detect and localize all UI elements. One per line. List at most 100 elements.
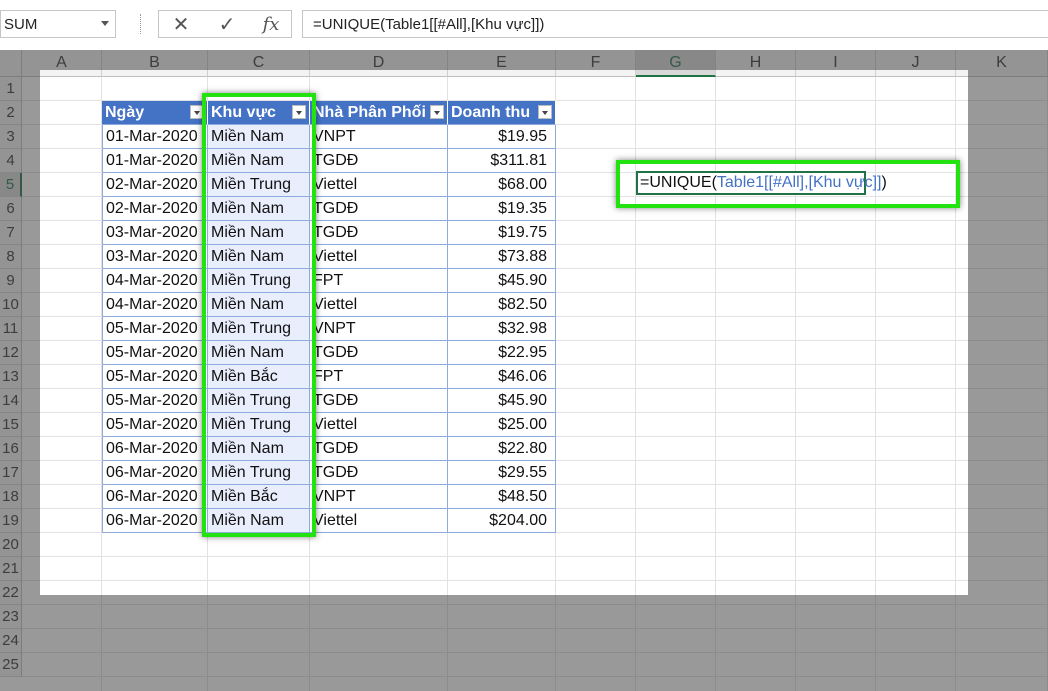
row-header-12[interactable]: 12 (0, 341, 22, 365)
chevron-down-icon[interactable] (101, 21, 109, 26)
filter-dropdown-icon[interactable] (538, 105, 552, 119)
table-cell-region[interactable]: Miền Nam (208, 341, 310, 365)
row-header-21[interactable]: 21 (0, 557, 22, 581)
row-header-7[interactable]: 7 (0, 221, 22, 245)
table-header-region[interactable]: Khu vực (208, 101, 310, 125)
row-header-4[interactable]: 4 (0, 149, 22, 173)
table-cell-date[interactable]: 05-Mar-2020 (102, 317, 208, 341)
table-cell-date[interactable]: 02-Mar-2020 (102, 197, 208, 221)
table-cell-date[interactable]: 06-Mar-2020 (102, 461, 208, 485)
table-cell-revenue[interactable]: $46.06 (448, 365, 556, 389)
table-cell-region[interactable]: Miền Trung (208, 317, 310, 341)
row-header-5[interactable]: 5 (0, 173, 22, 197)
select-all-corner[interactable] (0, 50, 22, 77)
row-header-15[interactable]: 15 (0, 413, 22, 437)
table-cell-revenue[interactable]: $19.35 (448, 197, 556, 221)
row-header-22[interactable]: 22 (0, 581, 22, 605)
table-cell-date[interactable]: 06-Mar-2020 (102, 485, 208, 509)
table-cell-date[interactable]: 06-Mar-2020 (102, 437, 208, 461)
table-header-revenue[interactable]: Doanh thu (448, 101, 556, 125)
formula-input[interactable]: =UNIQUE(Table1[[#All],[Khu vực]]) (302, 10, 1048, 38)
row-header-8[interactable]: 8 (0, 245, 22, 269)
table-cell-region[interactable]: Miền Nam (208, 149, 310, 173)
table-cell-distributor[interactable]: TGDĐ (310, 197, 448, 221)
table-cell-date[interactable]: 04-Mar-2020 (102, 269, 208, 293)
row-header-18[interactable]: 18 (0, 485, 22, 509)
filter-dropdown-icon[interactable] (190, 105, 204, 119)
table-cell-revenue[interactable]: $73.88 (448, 245, 556, 269)
table-cell-revenue[interactable]: $45.90 (448, 389, 556, 413)
spreadsheet-grid[interactable]: A B C D E F G H I J K 1 2 3 4 5 6 7 8 9 10 11 12 13 14 15 16 17 18 19… (0, 50, 1048, 691)
table-cell-distributor[interactable]: FPT (310, 269, 448, 293)
table-cell-revenue[interactable]: $19.75 (448, 221, 556, 245)
table-cell-date[interactable]: 03-Mar-2020 (102, 245, 208, 269)
column-header-a[interactable]: A (22, 50, 102, 77)
row-header-6[interactable]: 6 (0, 197, 22, 221)
column-header-f[interactable]: F (556, 50, 636, 77)
table-cell-revenue[interactable]: $311.81 (448, 149, 556, 173)
column-header-d[interactable]: D (310, 50, 448, 77)
row-header-23[interactable]: 23 (0, 605, 22, 629)
table-cell-revenue[interactable]: $68.00 (448, 173, 556, 197)
table-header-distributor[interactable]: Nhà Phân Phối (310, 101, 448, 125)
table-cell-distributor[interactable]: TGDĐ (310, 461, 448, 485)
table-cell-revenue[interactable]: $48.50 (448, 485, 556, 509)
table-cell-region[interactable]: Miền Trung (208, 461, 310, 485)
column-header-e[interactable]: E (448, 50, 556, 77)
table-cell-revenue[interactable]: $22.95 (448, 341, 556, 365)
column-header-g[interactable]: G (636, 50, 716, 77)
table-cell-date[interactable]: 06-Mar-2020 (102, 509, 208, 533)
table-cell-region[interactable]: Miền Trung (208, 173, 310, 197)
insert-function-icon[interactable]: fx (251, 11, 291, 37)
filter-dropdown-icon[interactable] (430, 105, 444, 119)
row-header-1[interactable]: 1 (0, 77, 22, 101)
name-box[interactable]: SUM (0, 10, 116, 38)
table-cell-distributor[interactable]: VNPT (310, 125, 448, 149)
table-cell-distributor[interactable]: Viettel (310, 509, 448, 533)
row-header-13[interactable]: 13 (0, 365, 22, 389)
table-cell-distributor[interactable]: TGDĐ (310, 149, 448, 173)
column-header-b[interactable]: B (102, 50, 208, 77)
table-cell-revenue[interactable]: $29.55 (448, 461, 556, 485)
table-cell-date[interactable]: 03-Mar-2020 (102, 221, 208, 245)
table-cell-revenue[interactable]: $19.95 (448, 125, 556, 149)
table-cell-date[interactable]: 05-Mar-2020 (102, 413, 208, 437)
table-cell-region[interactable]: Miền Nam (208, 437, 310, 461)
table-cell-distributor[interactable]: TGDĐ (310, 437, 448, 461)
row-header-11[interactable]: 11 (0, 317, 22, 341)
table-cell-distributor[interactable]: Viettel (310, 245, 448, 269)
table-cell-region[interactable]: Miền Nam (208, 509, 310, 533)
table-cell-distributor[interactable]: Viettel (310, 413, 448, 437)
table-cell-distributor[interactable]: Viettel (310, 173, 448, 197)
table-cell-region[interactable]: Miền Trung (208, 269, 310, 293)
table-cell-distributor[interactable]: TGDĐ (310, 389, 448, 413)
table-cell-date[interactable]: 01-Mar-2020 (102, 125, 208, 149)
table-cell-date[interactable]: 02-Mar-2020 (102, 173, 208, 197)
row-header-14[interactable]: 14 (0, 389, 22, 413)
row-header-10[interactable]: 10 (0, 293, 22, 317)
cancel-icon[interactable]: ✕ (161, 11, 201, 37)
table-cell-date[interactable]: 05-Mar-2020 (102, 341, 208, 365)
filter-dropdown-icon[interactable] (292, 105, 306, 119)
table-cell-revenue[interactable]: $22.80 (448, 437, 556, 461)
table-cell-distributor[interactable]: VNPT (310, 485, 448, 509)
column-header-k[interactable]: K (956, 50, 1048, 77)
column-header-i[interactable]: I (796, 50, 876, 77)
table-cell-distributor[interactable]: TGDĐ (310, 341, 448, 365)
row-header-16[interactable]: 16 (0, 437, 22, 461)
row-header-3[interactable]: 3 (0, 125, 22, 149)
column-header-j[interactable]: J (876, 50, 956, 77)
table-cell-date[interactable]: 01-Mar-2020 (102, 149, 208, 173)
table-cell-region[interactable]: Miền Nam (208, 125, 310, 149)
table-cell-region[interactable]: Miền Nam (208, 293, 310, 317)
table-cell-revenue[interactable]: $82.50 (448, 293, 556, 317)
check-icon[interactable]: ✓ (207, 11, 247, 37)
row-header-20[interactable]: 20 (0, 533, 22, 557)
row-header-17[interactable]: 17 (0, 461, 22, 485)
table-cell-distributor[interactable]: Viettel (310, 293, 448, 317)
table-cell-region[interactable]: Miền Trung (208, 389, 310, 413)
column-header-c[interactable]: C (208, 50, 310, 77)
row-header-2[interactable]: 2 (0, 101, 22, 125)
table-cell-distributor[interactable]: VNPT (310, 317, 448, 341)
table-cell-revenue[interactable]: $25.00 (448, 413, 556, 437)
